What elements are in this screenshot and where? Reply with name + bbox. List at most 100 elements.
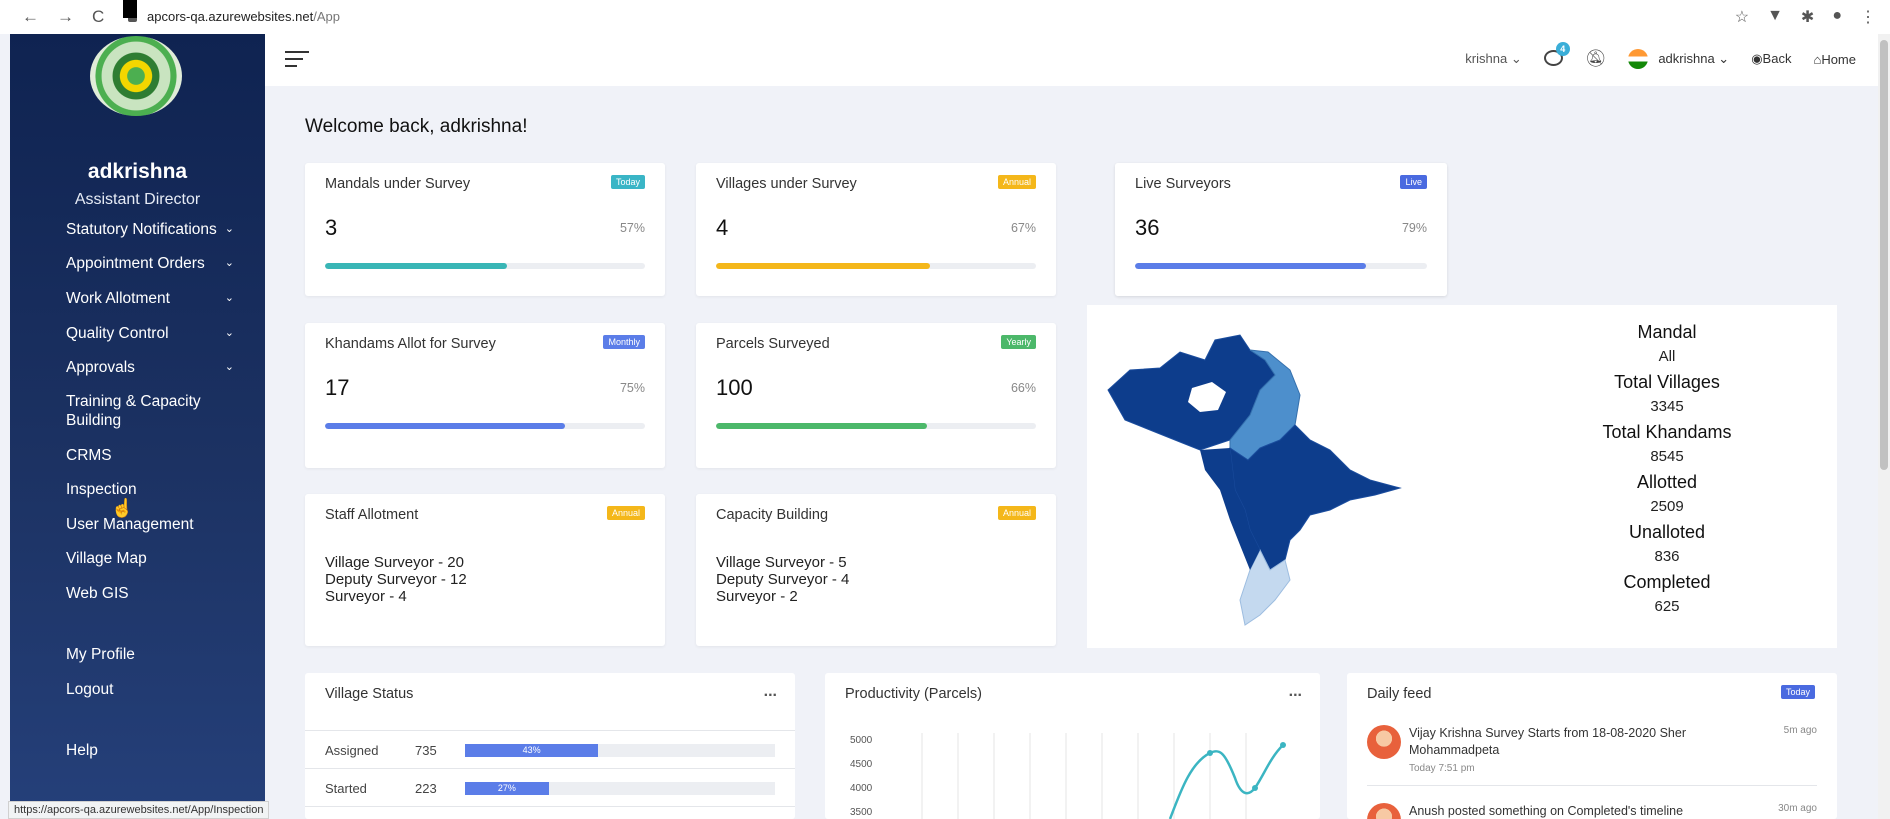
village-status-row-next [305, 806, 795, 819]
village-status-row: Assigned 735 43% [305, 730, 795, 768]
feed-divider [1367, 785, 1817, 786]
progress-fill [1135, 263, 1366, 269]
avatar [1367, 803, 1401, 819]
staff-line: Village Surveyor - 20 [325, 554, 464, 571]
back-arrow-icon[interactable]: ← [22, 7, 39, 27]
capacity-line: Village Surveyor - 5 [716, 554, 847, 571]
sidebar-item-label: Work Allotment [66, 290, 170, 307]
data-point [1280, 742, 1286, 748]
page-scrollbar[interactable] [1878, 34, 1890, 819]
scrollbar-thumb[interactable] [1880, 40, 1888, 470]
card-value: 4 [716, 215, 729, 240]
forward-arrow-icon[interactable]: → [57, 7, 74, 27]
card-title: Khandams Allot for Survey [325, 336, 496, 352]
bell-off-icon[interactable]: 🔕︎ [1585, 49, 1607, 69]
district-dropdown[interactable]: krishna ⌄ [1465, 51, 1521, 67]
sidebar-item-quality-control[interactable]: Quality Control ⌄ [66, 324, 256, 343]
y-tick-label: 3500 [850, 807, 873, 818]
sidebar-item-statutory-notifications[interactable]: Statutory Notifications ⌄ [66, 220, 256, 239]
extensions-icon[interactable]: ✱ [1801, 7, 1814, 27]
feed-time: Today 7:51 pm [1409, 763, 1475, 774]
more-options-icon[interactable]: ... [764, 683, 777, 701]
sidebar-item-crms[interactable]: CRMS [66, 446, 256, 465]
feed-text: Vijay Krishna Survey Starts from 18-08-2… [1409, 726, 1686, 757]
sidebar-item-user-management[interactable]: User Management [66, 515, 256, 534]
staff-lines: Village Surveyor - 20 Deputy Surveyor - … [325, 554, 467, 605]
sidebar-item-logout[interactable]: Logout [66, 680, 256, 699]
row-bar-track: 43% [465, 744, 775, 757]
sidebar-user-role: Assistant Director [74, 191, 201, 208]
sidebar: adkrishna Assistant Director Statutory N… [10, 34, 265, 819]
card-parcels: Parcels Surveyed Yearly 100 66% [696, 323, 1056, 468]
filter-icon[interactable]: ▼ [1767, 7, 1783, 27]
progress-track [716, 423, 1036, 429]
card-value: 36 [1135, 215, 1160, 240]
feed-item[interactable]: Anush posted something on Completed's ti… [1367, 803, 1817, 819]
india-flag-icon[interactable] [1628, 49, 1649, 69]
progress-track [716, 263, 1036, 269]
chat-icon[interactable]: 4 [1543, 41, 1570, 69]
stat-label: Total Villages [1614, 372, 1720, 392]
sidebar-item-inspection[interactable]: Inspection [66, 480, 256, 499]
card-mandals: Mandals under Survey Today 3 57% [305, 163, 665, 296]
panel-title: Productivity (Parcels) [845, 686, 982, 702]
chevron-down-icon: ⌄ [224, 327, 234, 339]
row-count: 735 [415, 743, 437, 758]
text-cursor-block [123, 0, 137, 18]
sidebar-item-my-profile[interactable]: My Profile [66, 645, 256, 664]
stat-value: 836 [1654, 548, 1680, 565]
y-tick-label: 4500 [850, 759, 873, 770]
map-statistics: Mandal All Total Villages 3345 Total Kha… [1592, 320, 1742, 620]
productivity-chart: 5000 4500 4000 3500 [850, 733, 1286, 819]
sidebar-item-village-map[interactable]: Village Map [66, 549, 256, 568]
feed-tag: Today [1780, 685, 1815, 699]
hamburger-menu-icon[interactable] [285, 51, 309, 72]
card-live-surveyors-overlay: Live Surveyors Live 36 79% [1115, 163, 1447, 296]
star-icon[interactable]: ☆ [1735, 7, 1749, 27]
user-dropdown[interactable]: adkrishna ⌄ [1658, 51, 1729, 67]
welcome-heading: Welcome back, adkrishna! [305, 116, 528, 137]
sidebar-item-web-gis[interactable]: Web GIS [66, 584, 256, 603]
back-button[interactable]: ◉Back [1751, 51, 1791, 67]
address-bar[interactable]: apcors-qa.azurewebsites.net/App [128, 9, 340, 24]
card-staff-allotment: Staff Allotment Annual Village Surveyor … [305, 494, 665, 646]
card-title: Villages under Survey [716, 176, 857, 192]
stat-label: Unalloted [1628, 522, 1706, 542]
top-bar: krishna ⌄ 4 🔕︎ adkrishna ⌄ ◉Back ⌂Home [265, 34, 1880, 86]
card-percent: 67% [1010, 221, 1036, 235]
url-host: apcors-qa.azurewebsites.net [147, 9, 314, 24]
progress-track [325, 423, 645, 429]
sidebar-item-work-allotment[interactable]: Work Allotment ⌄ [66, 289, 256, 308]
sidebar-item-label: Statutory Notifications [66, 221, 217, 238]
card-tag: Yearly [1001, 335, 1036, 349]
sidebar-item-appointment-orders[interactable]: Appointment Orders ⌄ [66, 254, 256, 273]
panel-title: Village Status [325, 686, 414, 702]
card-khandams: Khandams Allot for Survey Monthly 17 75% [305, 323, 665, 468]
card-tag: Annual [997, 175, 1036, 189]
profile-icon[interactable]: ● [1832, 7, 1842, 27]
back-circle-icon: ◉ [1751, 51, 1763, 66]
progress-fill [716, 263, 931, 269]
sidebar-item-label: Help [66, 742, 98, 759]
stat-label: Completed [1623, 572, 1711, 592]
grid-lines [921, 733, 1247, 819]
kebab-menu-icon[interactable]: ⋮ [1860, 7, 1876, 27]
reload-icon[interactable]: C [92, 7, 104, 27]
row-label: Assigned [325, 743, 379, 758]
feed-item[interactable]: Vijay Krishna Survey Starts from 18-08-2… [1367, 725, 1817, 775]
sidebar-item-training[interactable]: Training & Capacity Building [66, 392, 226, 430]
home-button[interactable]: ⌂Home [1813, 52, 1856, 67]
capacity-line: Surveyor - 2 [716, 588, 798, 605]
district-map[interactable] [1100, 330, 1480, 630]
back-label: Back [1762, 51, 1792, 66]
row-bar-fill: 27% [465, 782, 549, 795]
sidebar-user-name: adkrishna [87, 160, 188, 183]
sidebar-item-help[interactable]: Help [66, 741, 256, 760]
government-emblem-logo [90, 36, 182, 116]
sidebar-item-label: My Profile [66, 646, 135, 663]
more-options-icon[interactable]: ... [1289, 683, 1302, 701]
sidebar-item-approvals[interactable]: Approvals ⌄ [66, 358, 256, 377]
progress-fill [325, 263, 508, 269]
progress-track [1135, 263, 1427, 269]
sidebar-item-label: Approvals [66, 359, 135, 376]
